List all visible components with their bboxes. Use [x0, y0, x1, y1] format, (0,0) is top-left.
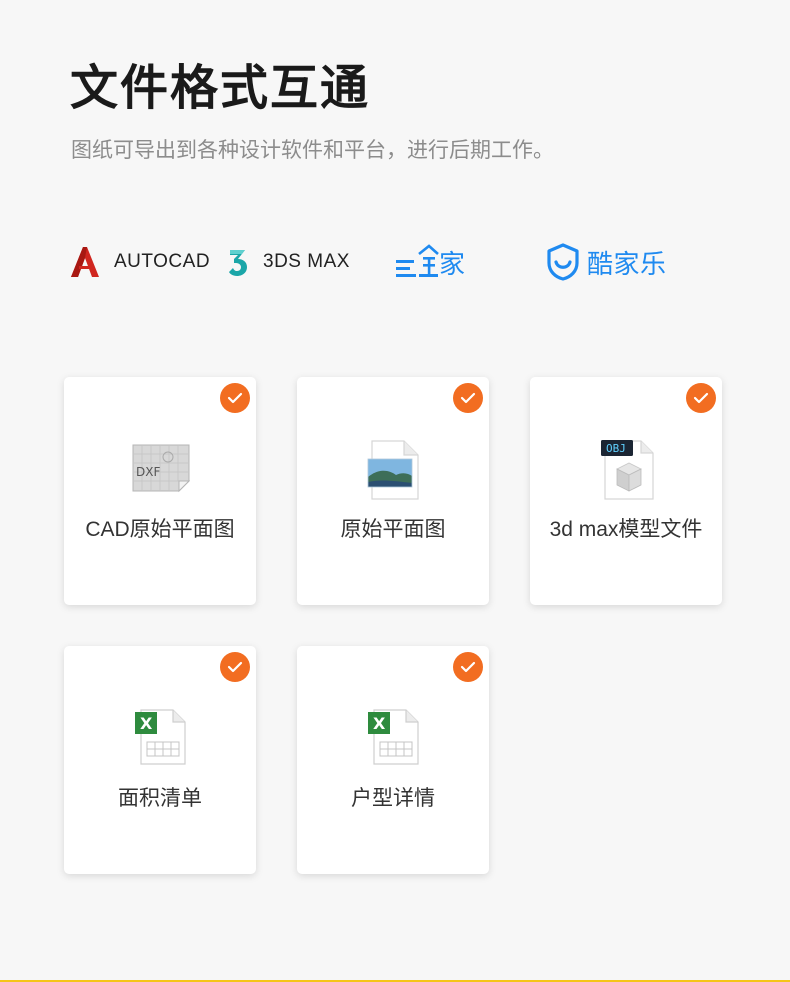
export-option-area-list[interactable]: X 面积清单	[64, 646, 256, 874]
checkmark-icon[interactable]	[453, 652, 483, 682]
autocad-a-icon	[71, 247, 99, 277]
image-file-icon	[363, 439, 423, 501]
export-option-original-floorplan[interactable]: 原始平面图	[297, 377, 489, 605]
kujiale-label: 酷家乐	[587, 248, 667, 279]
software-logos-row: AUTOCAD 3DS MAX 家 酷家乐	[0, 232, 790, 292]
shield-smile-icon	[547, 243, 579, 281]
card-label: 面积清单	[118, 787, 202, 810]
excel-file-icon: X	[130, 708, 190, 770]
checkmark-icon[interactable]	[453, 383, 483, 413]
card-label: CAD原始平面图	[85, 518, 235, 541]
sanweijia-label: 家	[439, 248, 466, 279]
kujiale-logo: 酷家乐	[545, 232, 667, 292]
page-title: 文件格式互通	[70, 62, 371, 115]
house-roof-icon	[396, 244, 439, 277]
card-label: 原始平面图	[340, 518, 446, 541]
obj-icon-text: OBJ	[606, 442, 626, 455]
autocad-logo: AUTOCAD	[70, 232, 210, 292]
dxf-file-icon: DXF	[130, 439, 191, 501]
excel-icon-text: X	[140, 714, 153, 733]
export-option-cad-floorplan[interactable]: DXF CAD原始平面图	[64, 377, 256, 605]
dxf-icon-text: DXF	[136, 465, 160, 479]
3dsmax-logo: 3DS MAX	[227, 232, 350, 292]
checkmark-icon[interactable]	[220, 652, 250, 682]
card-label: 户型详情	[351, 787, 435, 810]
checkmark-icon[interactable]	[220, 383, 250, 413]
3dsmax-3-icon	[229, 250, 247, 276]
export-option-layout-details[interactable]: X 户型详情	[297, 646, 489, 874]
card-label: 3d max模型文件	[549, 518, 703, 541]
3dsmax-label: 3DS MAX	[263, 251, 350, 272]
obj-file-icon: OBJ	[596, 439, 656, 501]
export-option-3dmax-model[interactable]: OBJ 3d max模型文件	[530, 377, 722, 605]
sanweijia-logo: 家	[393, 232, 466, 292]
excel-icon-text: X	[373, 714, 386, 733]
autocad-label: AUTOCAD	[114, 251, 211, 272]
checkmark-icon[interactable]	[686, 383, 716, 413]
excel-file-icon: X	[363, 708, 423, 770]
page-subtitle: 图纸可导出到各种设计软件和平台，进行后期工作。	[71, 139, 554, 162]
